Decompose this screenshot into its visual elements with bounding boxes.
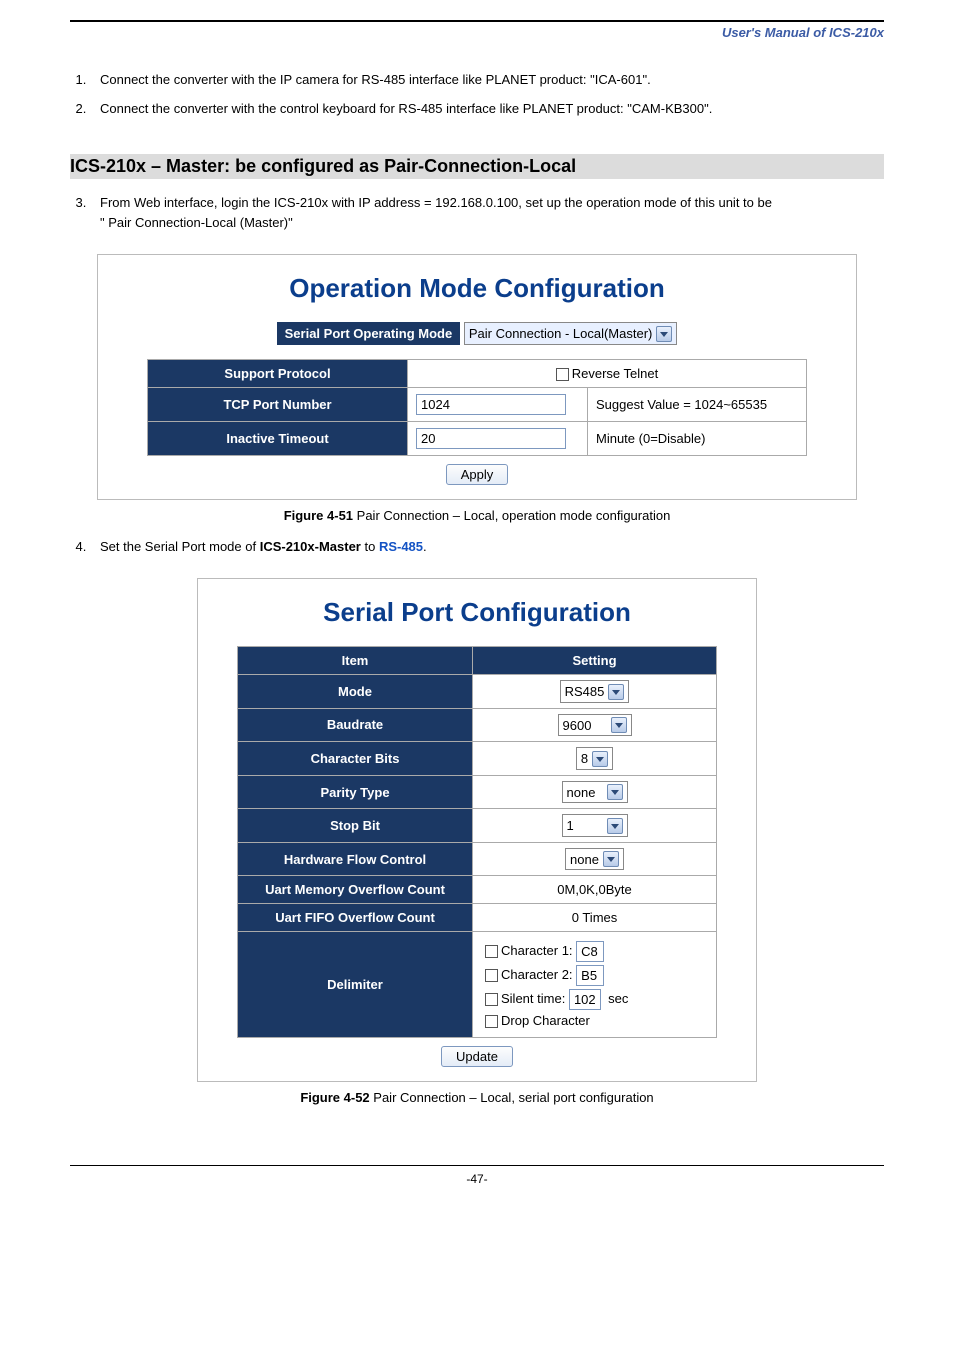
support-protocol-label: Support Protocol [148, 360, 408, 388]
delim-silent-checkbox[interactable] [485, 993, 498, 1006]
delim-c1-label: Character 1: [501, 943, 573, 958]
page-footer: -47- [70, 1165, 884, 1196]
char-value: 8 [581, 751, 592, 766]
stop-value: 1 [567, 818, 607, 833]
step-4-b: ICS-210x-Master [260, 539, 361, 554]
fifoover-value: 0 Times [473, 904, 717, 932]
memover-value: 0M,0K,0Byte [473, 876, 717, 904]
fifoover-label: Uart FIFO Overflow Count [238, 904, 473, 932]
parity-label: Parity Type [238, 775, 473, 809]
step-1: Connect the converter with the IP camera… [90, 70, 884, 91]
inactive-timeout-input[interactable]: 20 [416, 428, 566, 449]
serial-th-setting: Setting [473, 647, 717, 675]
serial-title: Serial Port Configuration [212, 597, 742, 628]
tcp-port-label: TCP Port Number [148, 388, 408, 422]
chevron-down-icon[interactable] [592, 751, 608, 767]
page-number: -47- [466, 1172, 487, 1186]
tcp-port-input[interactable]: 1024 [416, 394, 566, 415]
delim-c2-label: Character 2: [501, 967, 573, 982]
memover-label: Uart Memory Overflow Count [238, 876, 473, 904]
mode-value: RS485 [565, 684, 609, 699]
figure-serial: Serial Port Configuration Item Setting M… [197, 578, 757, 1082]
delim-c2-input[interactable]: B5 [576, 965, 604, 986]
opmode-table: Support Protocol Reverse Telnet TCP Port… [147, 359, 807, 456]
figure-opmode: Operation Mode Configuration Serial Port… [97, 254, 857, 500]
step-4-d: RS-485 [379, 539, 423, 554]
serial-th-item: Item [238, 647, 473, 675]
inactive-timeout-hint: Minute (0=Disable) [588, 422, 807, 456]
caption-2-rest: Pair Connection – Local, serial port con… [370, 1090, 654, 1105]
update-button[interactable]: Update [441, 1046, 513, 1067]
baud-label: Baudrate [238, 708, 473, 742]
step-3-text-a: From Web interface, login the ICS-210x w… [100, 195, 772, 210]
delim-silent-input[interactable]: 102 [569, 989, 601, 1010]
step-4-e: . [423, 539, 427, 554]
chevron-down-icon[interactable] [656, 326, 672, 342]
step-4: Set the Serial Port mode of ICS-210x-Mas… [90, 537, 884, 558]
caption-2-bold: Figure 4-52 [300, 1090, 369, 1105]
delim-drop-label: Drop Character [501, 1013, 590, 1028]
apply-button[interactable]: Apply [446, 464, 509, 485]
delim-silent-unit: sec [608, 991, 628, 1006]
chevron-down-icon[interactable] [607, 818, 623, 834]
flow-value: none [570, 852, 603, 867]
step-4-c: to [361, 539, 379, 554]
baud-value: 9600 [563, 718, 611, 733]
manual-title: User's Manual of ICS-210x [70, 25, 884, 40]
caption-1-rest: Pair Connection – Local, operation mode … [353, 508, 670, 523]
chevron-down-icon[interactable] [607, 784, 623, 800]
parity-value: none [567, 785, 607, 800]
chevron-down-icon[interactable] [608, 684, 624, 700]
mode-select[interactable]: RS485 [560, 680, 630, 703]
chevron-down-icon[interactable] [603, 851, 619, 867]
flow-select[interactable]: none [565, 848, 624, 871]
caption-2: Figure 4-52 Pair Connection – Local, ser… [70, 1090, 884, 1105]
inactive-timeout-label: Inactive Timeout [148, 422, 408, 456]
tcp-port-hint: Suggest Value = 1024~65535 [588, 388, 807, 422]
char-label: Character Bits [238, 742, 473, 776]
operating-mode-label: Serial Port Operating Mode [277, 322, 461, 345]
chevron-down-icon[interactable] [611, 717, 627, 733]
parity-select[interactable]: none [562, 781, 628, 804]
delim-drop-checkbox[interactable] [485, 1015, 498, 1028]
reverse-telnet-label: Reverse Telnet [572, 366, 658, 381]
reverse-telnet-checkbox[interactable] [556, 368, 569, 381]
char-select[interactable]: 8 [576, 747, 613, 770]
serial-table: Item Setting Mode RS485 Baudrate 9600 Ch… [237, 646, 717, 1038]
step-4-a: Set the Serial Port mode of [100, 539, 260, 554]
mode-label: Mode [238, 675, 473, 709]
step-2: Connect the converter with the control k… [90, 99, 884, 120]
stop-select[interactable]: 1 [562, 814, 628, 837]
flow-label: Hardware Flow Control [238, 842, 473, 876]
header-rule [70, 20, 884, 22]
delim-silent-label: Silent time: [501, 991, 565, 1006]
step-3-text-b: " Pair Connection-Local (Master)" [100, 215, 293, 230]
opmode-title: Operation Mode Configuration [112, 273, 842, 304]
step-3: From Web interface, login the ICS-210x w… [90, 193, 884, 235]
operating-mode-select[interactable]: Pair Connection - Local(Master) [464, 322, 678, 345]
delim-c1-checkbox[interactable] [485, 945, 498, 958]
stop-label: Stop Bit [238, 809, 473, 843]
operating-mode-value: Pair Connection - Local(Master) [469, 326, 657, 341]
delim-c1-input[interactable]: C8 [576, 941, 604, 962]
caption-1-bold: Figure 4-51 [284, 508, 353, 523]
section-heading: ICS-210x – Master: be configured as Pair… [70, 154, 884, 179]
delimiter-label: Delimiter [238, 932, 473, 1038]
delim-c2-checkbox[interactable] [485, 969, 498, 982]
caption-1: Figure 4-51 Pair Connection – Local, ope… [70, 508, 884, 523]
baud-select[interactable]: 9600 [558, 714, 632, 737]
